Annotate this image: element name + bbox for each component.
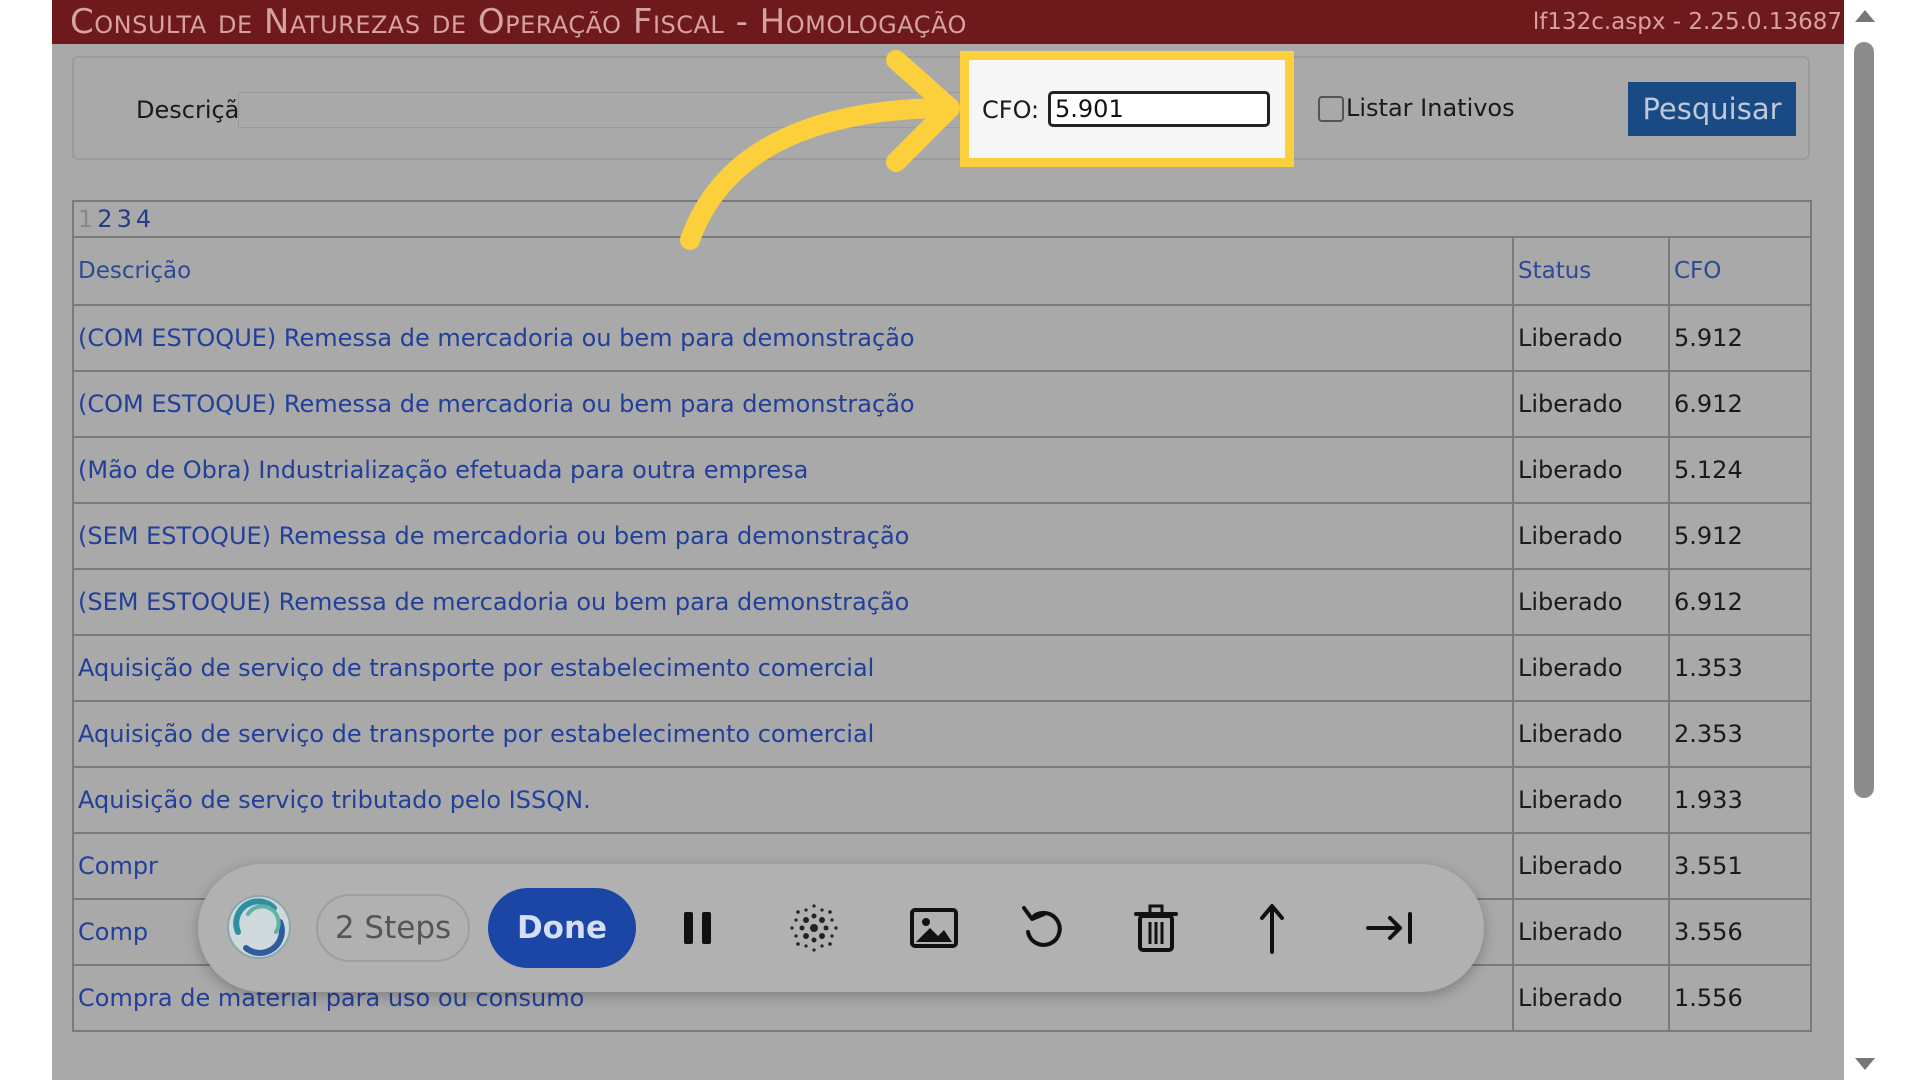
listar-inativos-checkbox[interactable]	[1318, 96, 1344, 122]
descricao-cell[interactable]: (COM ESTOQUE) Remessa de mercadoria ou b…	[72, 370, 1514, 438]
cfo-cell: 2.353	[1667, 700, 1813, 768]
cfo-label: CFO:	[982, 96, 1040, 124]
scroll-thumb[interactable]	[1854, 42, 1874, 798]
descricao-cell[interactable]: Aquisição de serviço de transporte por e…	[72, 634, 1514, 702]
status-cell: Liberado	[1512, 832, 1670, 900]
steps-counter[interactable]: 2 Steps	[316, 894, 470, 962]
table-row[interactable]: (COM ESTOQUE) Remessa de mercadoria ou b…	[72, 304, 1813, 372]
cfo-input[interactable]	[1048, 91, 1270, 127]
status-cell: Liberado	[1512, 700, 1670, 768]
title-bar: Consulta de Naturezas de Operação Fiscal…	[52, 0, 1844, 44]
status-cell: Liberado	[1512, 898, 1670, 966]
pause-icon[interactable]	[668, 898, 728, 958]
listar-inativos-label: Listar Inativos	[1346, 94, 1515, 122]
descricao-cell[interactable]: (SEM ESTOQUE) Remessa de mercadoria ou b…	[72, 502, 1514, 570]
table-row[interactable]: (SEM ESTOQUE) Remessa de mercadoria ou b…	[72, 568, 1813, 636]
window-title: Consulta de Naturezas de Operação Fiscal…	[70, 2, 967, 42]
cfo-cell: 3.556	[1667, 898, 1813, 966]
descricao-cell[interactable]: (Mão de Obra) Industrialização efetuada …	[72, 436, 1514, 504]
app-logo-icon	[227, 895, 291, 959]
pager-current-page: 1	[78, 205, 94, 233]
trash-icon[interactable]	[1126, 898, 1186, 958]
pager-page-2[interactable]: 2	[97, 205, 112, 233]
cfo-cell: 3.551	[1667, 832, 1813, 900]
table-row[interactable]: Aquisição de serviço de transporte por e…	[72, 634, 1813, 702]
blur-icon[interactable]	[784, 898, 844, 958]
status-cell: Liberado	[1512, 502, 1670, 570]
cfo-cell: 5.912	[1667, 304, 1813, 372]
cfo-cell: 5.912	[1667, 502, 1813, 570]
status-cell: Liberado	[1512, 568, 1670, 636]
status-cell: Liberado	[1512, 436, 1670, 504]
undo-icon[interactable]	[1014, 898, 1074, 958]
table-row[interactable]: (SEM ESTOQUE) Remessa de mercadoria ou b…	[72, 502, 1813, 570]
table-row[interactable]: (COM ESTOQUE) Remessa de mercadoria ou b…	[72, 370, 1813, 438]
descricao-cell[interactable]: Aquisição de serviço de transporte por e…	[72, 700, 1514, 768]
image-icon[interactable]	[904, 898, 964, 958]
app-window: Consulta de Naturezas de Operação Fiscal…	[52, 0, 1844, 1080]
table-row[interactable]: Aquisição de serviço de transporte por e…	[72, 700, 1813, 768]
column-header-status[interactable]: Status	[1512, 236, 1670, 306]
cfo-cell: 1.353	[1667, 634, 1813, 702]
pager-page-3[interactable]: 3	[117, 205, 132, 233]
column-header-cfo[interactable]: CFO	[1667, 236, 1813, 306]
cfo-cell: 5.124	[1667, 436, 1813, 504]
descricao-cell[interactable]: (SEM ESTOQUE) Remessa de mercadoria ou b…	[72, 568, 1514, 636]
cfo-cell: 1.556	[1667, 964, 1813, 1032]
scroll-up-icon[interactable]	[1855, 10, 1875, 22]
pager-page-4[interactable]: 4	[136, 205, 151, 233]
table-row[interactable]: Aquisição de serviço tributado pelo ISSQ…	[72, 766, 1813, 834]
status-cell: Liberado	[1512, 634, 1670, 702]
status-cell: Liberado	[1512, 370, 1670, 438]
vertical-scrollbar[interactable]	[1852, 0, 1878, 1080]
cfo-cell: 6.912	[1667, 568, 1813, 636]
done-button[interactable]: Done	[488, 888, 636, 968]
pointer-arrow-icon	[680, 50, 960, 250]
cfo-cell: 1.933	[1667, 766, 1813, 834]
skip-to-end-icon[interactable]	[1360, 898, 1420, 958]
recorder-toolbar: 2 Steps Done	[198, 864, 1484, 992]
status-cell: Liberado	[1512, 964, 1670, 1032]
page-version: lf132c.aspx - 2.25.0.13687	[1532, 9, 1842, 35]
descricao-cell[interactable]: (COM ESTOQUE) Remessa de mercadoria ou b…	[72, 304, 1514, 372]
scroll-down-icon[interactable]	[1855, 1058, 1875, 1070]
status-cell: Liberado	[1512, 766, 1670, 834]
table-row[interactable]: (Mão de Obra) Industrialização efetuada …	[72, 436, 1813, 504]
pesquisar-button[interactable]: Pesquisar	[1628, 82, 1796, 136]
cfo-cell: 6.912	[1667, 370, 1813, 438]
status-cell: Liberado	[1512, 304, 1670, 372]
upload-arrow-icon[interactable]	[1242, 898, 1302, 958]
descricao-cell[interactable]: Aquisição de serviço tributado pelo ISSQ…	[72, 766, 1514, 834]
